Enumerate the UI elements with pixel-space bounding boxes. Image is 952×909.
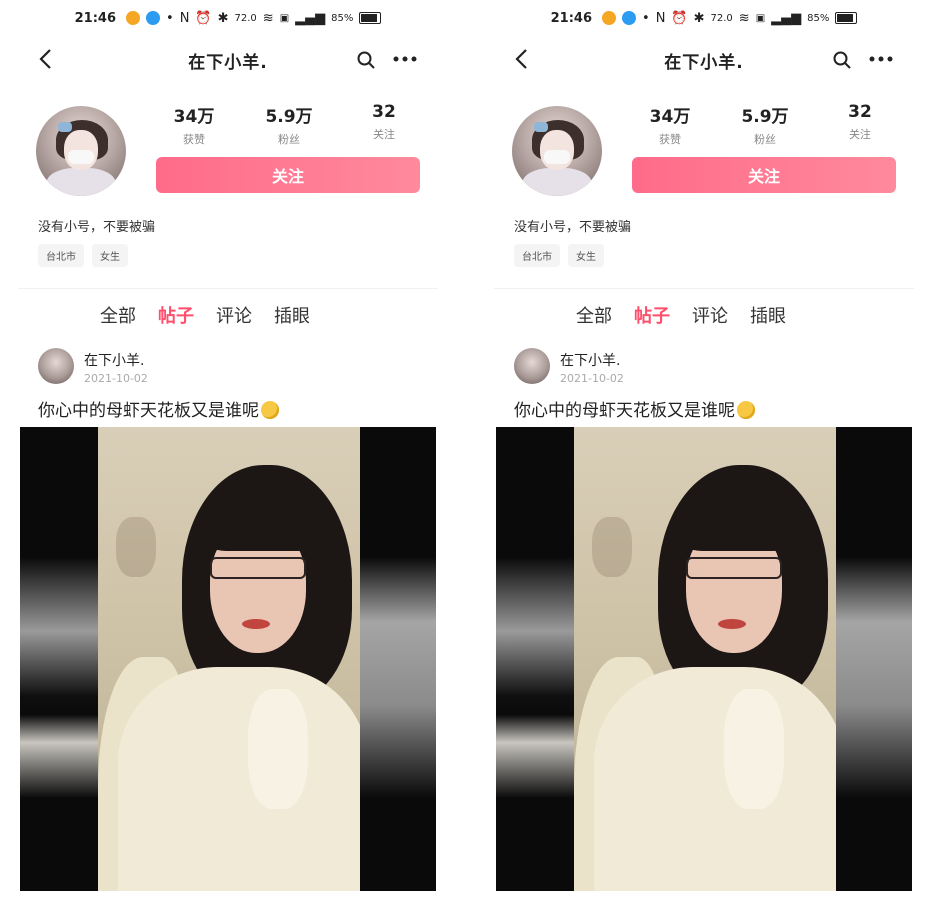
profile-stats: 34万 获赞 5.9万 粉丝 32 关注	[154, 102, 424, 147]
post-image[interactable]	[20, 427, 436, 891]
stat-label: 粉丝	[278, 133, 300, 146]
profile-avatar[interactable]	[36, 106, 126, 196]
post-photo	[574, 427, 836, 891]
wifi-icon: ≋	[738, 10, 750, 26]
content-tabs: 全部 帖子 评论 插眼	[576, 302, 786, 328]
stat-following[interactable]: 32 关注	[344, 102, 424, 147]
tab-bookmarks[interactable]: 插眼	[750, 302, 786, 328]
stat-likes[interactable]: 34万 获赞	[630, 102, 710, 147]
tab-bookmarks[interactable]: 插眼	[274, 302, 310, 328]
dot-icon: •	[642, 10, 650, 26]
status-time: 21:46	[550, 10, 593, 26]
profile-avatar[interactable]	[512, 106, 602, 196]
stat-value: 32	[848, 102, 872, 122]
nfc-icon: N	[655, 10, 666, 26]
app-notification-icon	[126, 11, 141, 25]
stat-following[interactable]: 32 关注	[820, 102, 900, 147]
stat-label: 获赞	[659, 133, 681, 146]
content-tabs: 全部 帖子 评论 插眼	[100, 302, 310, 328]
post-author[interactable]: 在下小羊.	[84, 350, 144, 370]
follow-button[interactable]: 关注	[632, 157, 896, 193]
status-time: 21:46	[74, 10, 117, 26]
nfc-icon: N	[179, 10, 190, 26]
follow-button[interactable]: 关注	[156, 157, 420, 193]
post-date: 2021-10-02	[560, 372, 624, 385]
tag-location: 台北市	[514, 244, 560, 267]
battery-percent: 85%	[331, 12, 354, 24]
profile-tags: 台北市 女生	[514, 244, 604, 267]
telegram-icon	[146, 11, 161, 25]
post-author-avatar[interactable]	[514, 348, 550, 384]
stat-likes[interactable]: 34万 获赞	[154, 102, 234, 147]
phone-screen-right: 21:46 • N ⏰ ✱ 72.0 ≋ ▣ ▂▄▆ 85% 在下小羊. 34万…	[494, 0, 914, 909]
post-author[interactable]: 在下小羊.	[560, 350, 620, 370]
phone-screen-left: 21:46 • N ⏰ ✱ 72.0 ≋ ▣ ▂▄▆ 85% 在下小羊. 34万…	[18, 0, 438, 909]
hd-icon: ▣	[755, 12, 766, 24]
wifi-icon: ≋	[262, 10, 274, 26]
post-date: 2021-10-02	[84, 372, 148, 385]
search-icon[interactable]	[356, 50, 376, 70]
tab-comments[interactable]: 评论	[216, 302, 252, 328]
post-image[interactable]	[496, 427, 912, 891]
bluetooth-icon: ✱	[693, 10, 705, 26]
post-photo	[98, 427, 360, 891]
nav-bar: 在下小羊.	[18, 40, 438, 80]
hd-icon: ▣	[279, 12, 290, 24]
tab-all[interactable]: 全部	[100, 302, 136, 328]
bluetooth-icon: ✱	[217, 10, 229, 26]
stat-value: 34万	[173, 107, 215, 127]
stat-value: 32	[372, 102, 396, 122]
more-icon[interactable]	[392, 51, 418, 67]
stat-label: 关注	[849, 128, 871, 141]
nav-bar: 在下小羊.	[494, 40, 914, 80]
tag-gender: 女生	[568, 244, 604, 267]
telegram-icon	[622, 11, 637, 25]
profile-stats: 34万 获赞 5.9万 粉丝 32 关注	[630, 102, 900, 147]
signal-icon: ▂▄▆	[771, 10, 802, 26]
divider	[18, 288, 438, 289]
post-author-avatar[interactable]	[38, 348, 74, 384]
stat-followers[interactable]: 5.9万 粉丝	[249, 102, 329, 147]
tab-posts[interactable]: 帖子	[634, 302, 670, 328]
stat-label: 粉丝	[754, 133, 776, 146]
more-icon[interactable]	[868, 51, 894, 67]
network-speed: 72.0	[234, 12, 257, 24]
dot-icon: •	[166, 10, 174, 26]
thinking-emoji-icon	[261, 401, 279, 419]
divider	[494, 288, 914, 289]
status-bar: 21:46 • N ⏰ ✱ 72.0 ≋ ▣ ▂▄▆ 85%	[494, 6, 914, 30]
network-speed: 72.0	[710, 12, 733, 24]
battery-percent: 85%	[807, 12, 830, 24]
signal-icon: ▂▄▆	[295, 10, 326, 26]
status-bar: 21:46 • N ⏰ ✱ 72.0 ≋ ▣ ▂▄▆ 85%	[18, 6, 438, 30]
post-text-content: 你心中的母虾天花板又是谁呢	[38, 401, 259, 421]
post-text-content: 你心中的母虾天花板又是谁呢	[514, 401, 735, 421]
tab-posts[interactable]: 帖子	[158, 302, 194, 328]
profile-bio: 没有小号，不要被骗	[38, 220, 156, 235]
profile-tags: 台北市 女生	[38, 244, 128, 267]
battery-icon	[359, 12, 382, 24]
tab-all[interactable]: 全部	[576, 302, 612, 328]
stat-value: 34万	[649, 107, 691, 127]
stat-label: 获赞	[183, 133, 205, 146]
search-icon[interactable]	[832, 50, 852, 70]
stat-value: 5.9万	[265, 107, 313, 127]
alarm-icon: ⏰	[671, 10, 688, 26]
battery-icon	[835, 12, 858, 24]
tag-location: 台北市	[38, 244, 84, 267]
tab-comments[interactable]: 评论	[692, 302, 728, 328]
profile-bio: 没有小号，不要被骗	[514, 220, 632, 235]
tag-gender: 女生	[92, 244, 128, 267]
thinking-emoji-icon	[737, 401, 755, 419]
stat-followers[interactable]: 5.9万 粉丝	[725, 102, 805, 147]
post-text[interactable]: 你心中的母虾天花板又是谁呢	[38, 396, 279, 421]
stat-label: 关注	[373, 128, 395, 141]
stat-value: 5.9万	[741, 107, 789, 127]
post-text[interactable]: 你心中的母虾天花板又是谁呢	[514, 396, 755, 421]
alarm-icon: ⏰	[195, 10, 212, 26]
app-notification-icon	[602, 11, 617, 25]
